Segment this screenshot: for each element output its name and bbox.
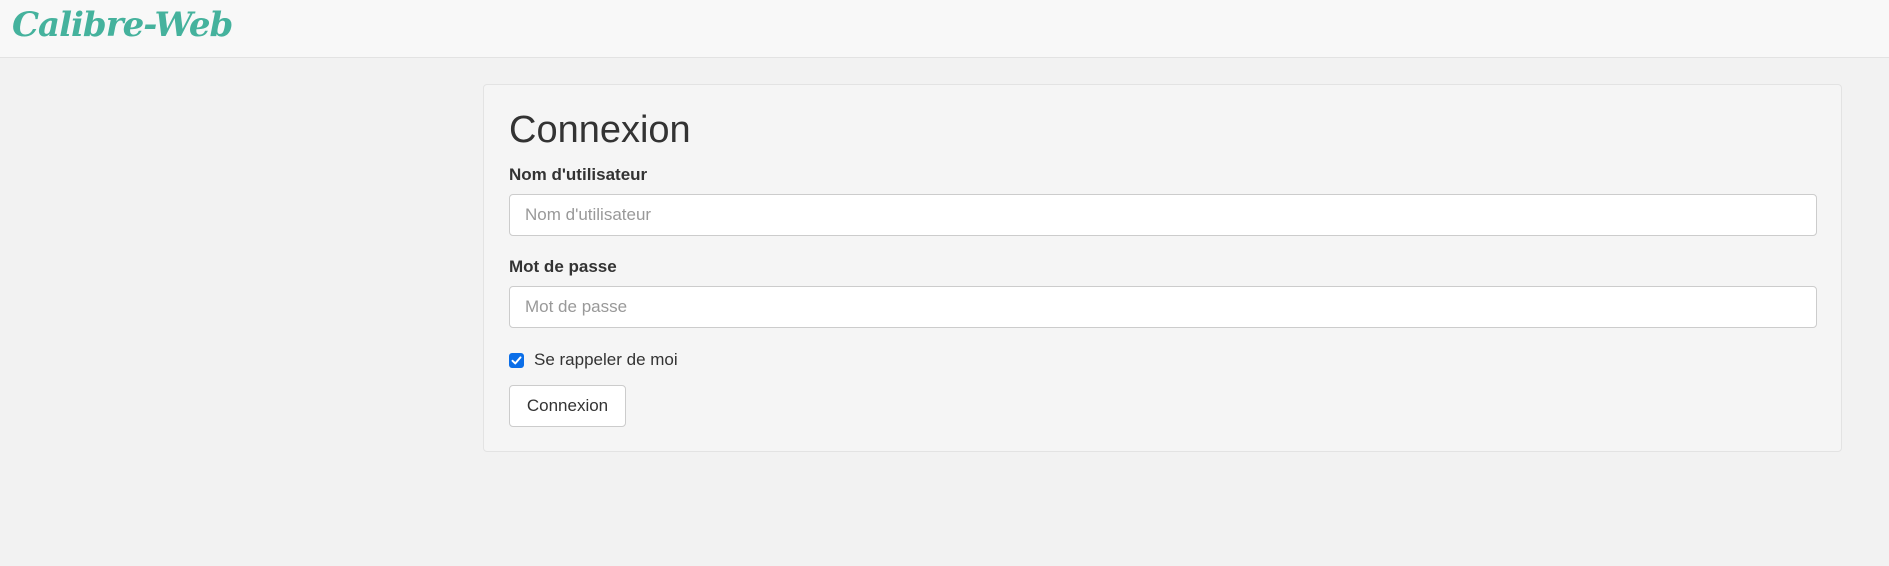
checkmark-icon [511, 355, 522, 364]
password-input[interactable] [509, 286, 1817, 328]
login-panel: Connexion Nom d'utilisateur Mot de passe… [483, 84, 1842, 452]
navbar: Calibre-Web [0, 0, 1889, 58]
username-input[interactable] [509, 194, 1817, 236]
page-title: Connexion [509, 109, 691, 151]
login-button[interactable]: Connexion [509, 385, 626, 427]
brand-logo[interactable]: Calibre-Web [12, 2, 233, 48]
remember-me-label: Se rappeler de moi [534, 350, 678, 369]
password-label: Mot de passe [509, 257, 617, 276]
remember-me-row[interactable]: Se rappeler de moi [509, 349, 678, 371]
remember-me-checkbox[interactable] [509, 352, 524, 368]
username-label: Nom d'utilisateur [509, 165, 648, 184]
